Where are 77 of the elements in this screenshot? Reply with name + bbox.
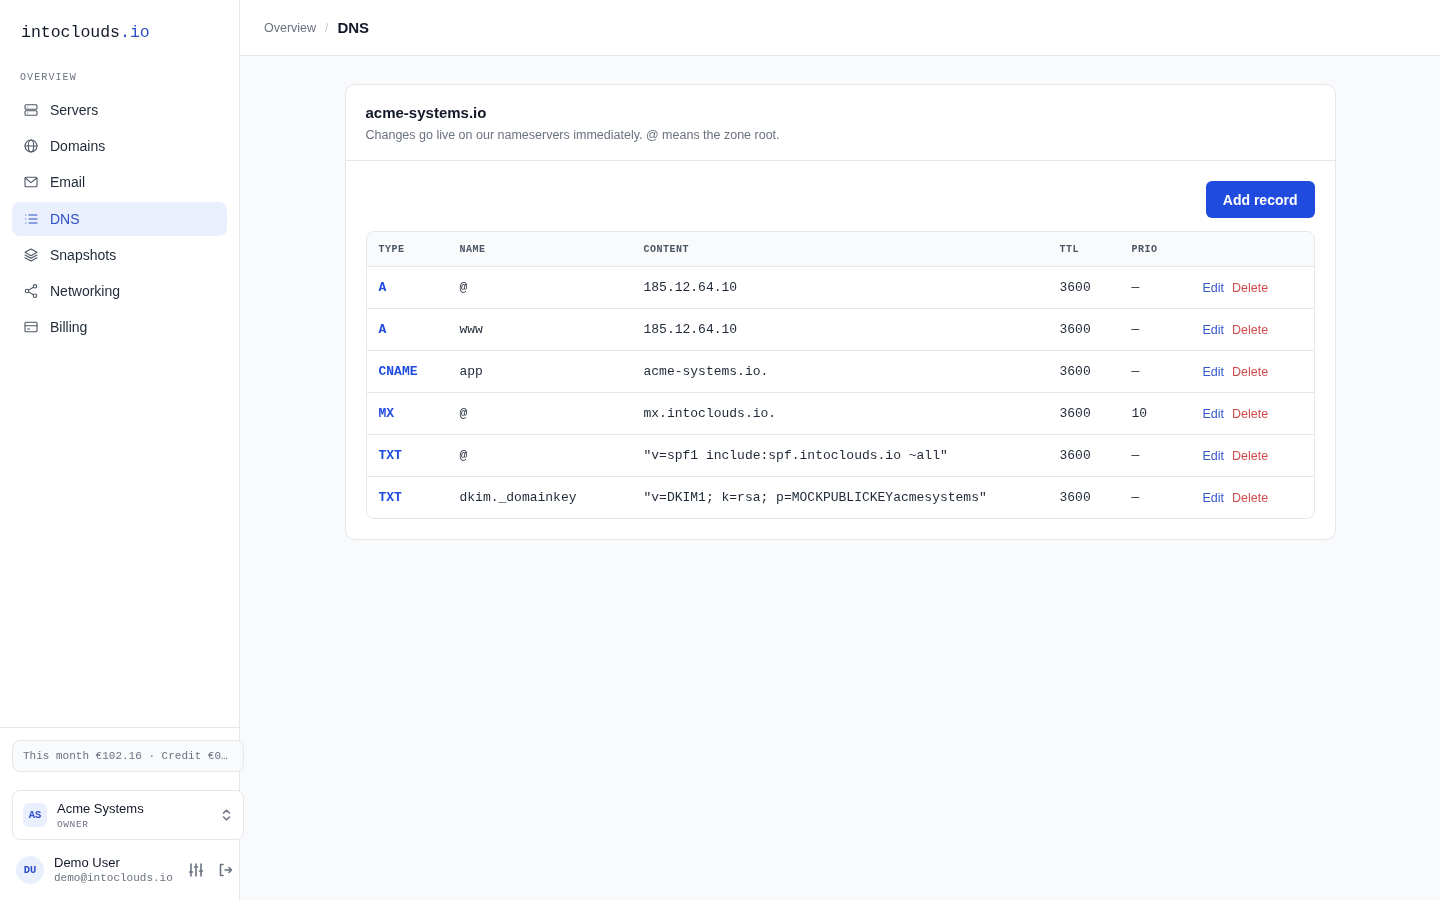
delete-link[interactable]: Delete xyxy=(1232,448,1269,463)
organization-avatar: AS xyxy=(23,803,47,827)
share-nodes-icon xyxy=(23,282,39,299)
record-content-cell: 185.12.64.10 xyxy=(643,322,738,337)
breadcrumb-link[interactable]: Overview xyxy=(264,20,317,35)
server-icon xyxy=(23,102,39,118)
priority-cell: — xyxy=(1131,490,1140,505)
ttl-cell: 3600 xyxy=(1059,406,1091,421)
logout-icon[interactable] xyxy=(217,862,233,878)
ttl-cell: 3600 xyxy=(1059,490,1091,505)
record-type-cell: MX xyxy=(378,406,395,421)
edit-link[interactable]: Edit xyxy=(1202,364,1225,379)
user-avatar: DU xyxy=(16,856,44,884)
ttl-cell: 3600 xyxy=(1059,364,1091,379)
organization-name: Acme Systems xyxy=(57,800,144,816)
globe-icon xyxy=(23,138,39,155)
ttl-cell: 3600 xyxy=(1059,448,1091,463)
delete-link[interactable]: Delete xyxy=(1232,490,1269,505)
billing-summary: This month €102.16 · Credit €0… xyxy=(12,740,244,772)
priority-cell: 10 xyxy=(1131,406,1148,421)
record-type-cell: TXT xyxy=(378,490,402,505)
chevron-up-down-icon xyxy=(222,809,231,821)
sidebar-item[interactable]: Email xyxy=(12,165,227,200)
record-content-cell: "v=DKIM1; k=rsa; p=MOCKPUBLICKEYacmesystems" xyxy=(643,490,987,505)
edit-link[interactable]: Edit xyxy=(1202,280,1225,295)
priority-cell: — xyxy=(1131,280,1140,295)
card-title: acme-systems.io xyxy=(365,104,487,122)
record-content-cell: "v=spf1 include:spf.intoclouds.io ~all" xyxy=(643,448,948,463)
column-header: CONTENT xyxy=(643,243,689,255)
section-label: OVERVIEW xyxy=(20,72,77,84)
record-name-cell: @ xyxy=(459,280,468,295)
breadcrumb-current-page: DNS xyxy=(337,19,370,36)
record-name-cell: @ xyxy=(459,406,468,421)
priority-cell: — xyxy=(1131,322,1140,337)
organization-switcher[interactable]: AS Acme Systems OWNER xyxy=(12,790,244,840)
priority-cell: — xyxy=(1131,364,1140,379)
priority-cell: — xyxy=(1131,448,1140,463)
record-type-cell: TXT xyxy=(378,448,402,463)
column-header: NAME xyxy=(459,243,486,255)
layers-icon xyxy=(23,246,39,263)
record-type-cell: A xyxy=(378,280,387,295)
sidebar-item[interactable]: Servers xyxy=(12,93,227,127)
edit-link[interactable]: Edit xyxy=(1202,490,1225,505)
card-subtitle: Changes go live on our nameservers immediately. @ means the zone root. xyxy=(365,127,780,143)
delete-link[interactable]: Delete xyxy=(1232,406,1269,421)
delete-link[interactable]: Delete xyxy=(1232,280,1269,295)
column-header: PRIO xyxy=(1131,243,1158,255)
breadcrumb-separator: / xyxy=(325,20,329,35)
record-name-cell: app xyxy=(459,364,483,379)
record-name-cell: @ xyxy=(459,448,468,463)
sidebar-item[interactable]: Snapshots xyxy=(12,237,227,272)
sidebar-item[interactable]: Networking xyxy=(12,273,227,308)
record-content-cell: mx.intoclouds.io. xyxy=(643,406,777,421)
edit-link[interactable]: Edit xyxy=(1202,448,1225,463)
organization-role: OWNER xyxy=(57,818,89,830)
record-type-cell: CNAME xyxy=(378,364,418,379)
user-name: Demo User xyxy=(54,855,120,870)
column-header: TYPE xyxy=(378,243,405,255)
sidebar-item[interactable]: DNS xyxy=(12,201,227,236)
record-type-cell: A xyxy=(378,322,387,337)
user-email: demo@intoclouds.io xyxy=(54,872,173,885)
sliders-icon[interactable] xyxy=(188,862,204,878)
record-name-cell: www xyxy=(459,322,483,337)
record-name-cell: dkim._domainkey xyxy=(459,490,577,505)
logo-text: intoclouds.io xyxy=(21,22,150,44)
ttl-cell: 3600 xyxy=(1059,280,1091,295)
delete-link[interactable]: Delete xyxy=(1232,322,1269,337)
edit-link[interactable]: Edit xyxy=(1202,406,1225,421)
add-record-button[interactable]: Add record xyxy=(1205,181,1315,218)
column-header: TTL xyxy=(1059,243,1079,255)
record-content-cell: 185.12.64.10 xyxy=(643,280,738,295)
record-content-cell: acme-systems.io. xyxy=(643,364,769,379)
ttl-cell: 3600 xyxy=(1059,322,1091,337)
delete-link[interactable]: Delete xyxy=(1232,364,1269,379)
sidebar-item[interactable]: Domains xyxy=(12,129,227,164)
sidebar-item[interactable]: Billing xyxy=(12,310,227,345)
edit-link[interactable]: Edit xyxy=(1202,322,1225,337)
